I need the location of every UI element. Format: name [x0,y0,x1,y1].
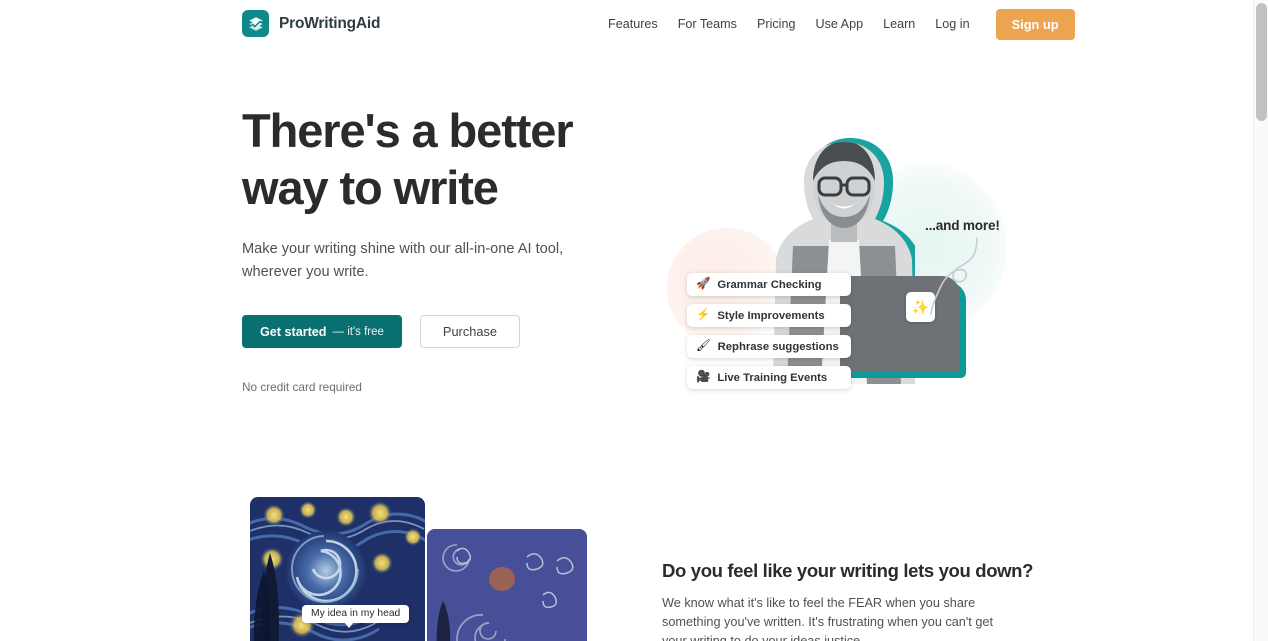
hero-cta-group: Get started — it's free Purchase [242,315,642,348]
hero-title: There's a better way to write [242,102,642,216]
get-started-free-note: — it's free [332,325,384,338]
get-started-button[interactable]: Get started — it's free [242,315,402,348]
chip-style-improvements[interactable]: ⚡ Style Improvements [687,304,851,332]
hero-section: There's a better way to write Make your … [0,48,1253,478]
nav-learn[interactable]: Learn [873,11,925,37]
hero-copy: There's a better way to write Make your … [242,102,642,394]
hero-title-line-2: way to write [242,161,499,214]
page-root: ProWritingAid Features For Teams Pricing… [0,0,1268,641]
chip-label-style-improvements: Style Improvements [717,309,825,322]
hero-subtitle: Make your writing shine with our all-in-… [242,241,564,280]
chip-label-grammar-checking: Grammar Checking [717,278,822,291]
stacked-books-logo-icon [242,10,269,37]
nav-for-teams[interactable]: For Teams [668,11,747,37]
chip-label-rephrase-suggestions: Rephrase suggestions [717,340,839,353]
chip-shadow-bar [701,389,811,394]
no-credit-card-note: No credit card required [242,380,362,394]
hero-title-line-1: There's a better [242,104,574,157]
lower-heading: Do you feel like your writing lets you d… [662,560,1034,581]
movie-camera-icon: 🎥 [696,370,711,383]
lower-body-text: We know what it's like to feel the FEAR … [662,596,993,641]
comparison-images: My idea in my head [242,493,642,641]
vertical-scrollbar-track[interactable] [1253,0,1268,641]
lightning-bolt-icon: ⚡ [696,308,711,321]
purchase-button[interactable]: Purchase [419,315,520,348]
lower-text-block: Do you feel like your writing lets you d… [662,560,1034,641]
paintbrush-icon: 🖌 [696,339,711,352]
chip-live-training-events[interactable]: 🎥 Live Training Events [687,366,851,394]
chip-rephrase-suggestions[interactable]: 🖌 Rephrase suggestions [687,335,851,363]
nav-features[interactable]: Features [598,11,668,37]
chip-shadow-bar [701,327,813,332]
brand-logo-link[interactable]: ProWritingAid [242,10,381,37]
and-more-annotation: ...and more! [925,218,1000,233]
nav-use-app[interactable]: Use App [805,11,873,37]
chip-shadow-bar [701,358,823,363]
flat-rendition-image [427,529,587,641]
vertical-scrollbar-thumb[interactable] [1256,3,1267,121]
hero-illustration: ✨ ...and more! 🚀 Grammar Checking ⚡ Styl… [655,108,1055,438]
squiggle-pointer-decoration [930,237,978,315]
lower-section: My idea in my head Do you feel like your… [0,478,1253,641]
main-navigation: Features For Teams Pricing Use App Learn… [598,0,1075,48]
sign-up-button[interactable]: Sign up [995,8,1075,40]
brand-name: ProWritingAid [279,14,381,32]
nav-pricing[interactable]: Pricing [747,11,806,37]
nav-log-in[interactable]: Log in [925,11,979,37]
chip-label-live-training-events: Live Training Events [717,371,828,384]
feature-chip-list: 🚀 Grammar Checking ⚡ Style Improvements … [687,273,851,394]
chip-grammar-checking[interactable]: 🚀 Grammar Checking [687,273,851,301]
rocket-icon: 🚀 [696,277,711,290]
get-started-label: Get started [260,324,327,339]
my-idea-label: My idea in my head [302,605,410,628]
starry-night-image: My idea in my head [250,497,425,641]
chip-shadow-bar [701,296,805,301]
site-header: ProWritingAid Features For Teams Pricing… [0,0,1253,48]
browser-viewport: ProWritingAid Features For Teams Pricing… [0,0,1253,641]
